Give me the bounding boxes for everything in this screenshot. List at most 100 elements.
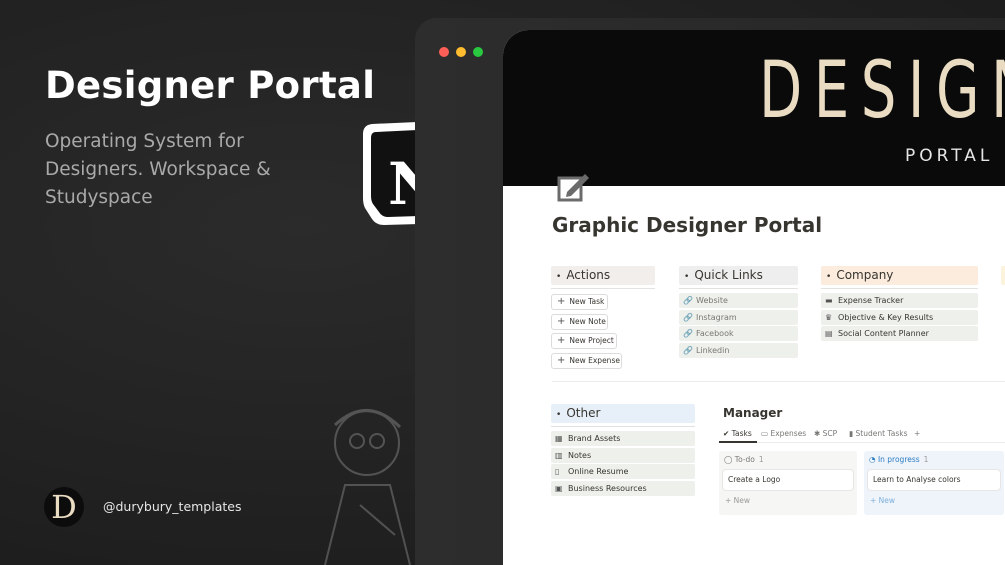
section-other-header: • Other — [551, 404, 695, 423]
task-card[interactable]: Create a Logo — [723, 470, 853, 490]
link-icon: 🔗 — [683, 329, 693, 338]
business-resources-link[interactable]: ▣ Business Resources — [551, 481, 695, 496]
website-link[interactable]: 🔗 Website — [679, 293, 798, 308]
link-icon: 🔗 — [683, 296, 693, 305]
section-label: Other — [566, 406, 601, 420]
tab-scp[interactable]: ✱ SCP — [814, 429, 837, 438]
item-label: Notes — [568, 451, 592, 460]
folder-icon: ▦ — [555, 434, 563, 443]
tab-expenses[interactable]: ▭ Expenses — [761, 429, 806, 438]
notebook-icon: ▥ — [555, 451, 563, 460]
section-label: Quick Links — [694, 268, 763, 282]
plus-icon: + — [557, 335, 566, 346]
plus-icon: + — [870, 496, 879, 505]
bullet-icon: • — [556, 410, 562, 420]
column-status: To-do — [734, 455, 755, 464]
notion-page: DESIGN PORTAL Graphic Designer Portal • A… — [503, 30, 1005, 565]
facebook-link[interactable]: 🔗 Facebook — [679, 326, 798, 341]
linkedin-link[interactable]: 🔗 Linkedin — [679, 343, 798, 358]
new-note-button[interactable]: + New Note — [551, 314, 608, 330]
new-expense-button[interactable]: + New Expense — [551, 353, 622, 369]
hero-title: Designer Portal — [45, 64, 376, 107]
hero-subtitle: Operating System for Designers. Workspac… — [45, 131, 271, 208]
minimize-window-button[interactable] — [456, 47, 466, 57]
status-progress-icon: ◔ — [869, 455, 878, 464]
button-label: New Task — [569, 297, 605, 306]
new-label: New — [733, 496, 751, 505]
tab-student-tasks[interactable]: ▮ Student Tasks — [849, 429, 908, 438]
link-label: Website — [696, 296, 728, 305]
section-actions-header: • Actions — [551, 266, 655, 285]
tab-label: Tasks — [731, 429, 752, 438]
button-label: New Note — [569, 317, 606, 326]
tab-label: Expenses — [770, 429, 807, 438]
document-icon: ▯ — [555, 467, 560, 476]
author-avatar: D — [44, 487, 84, 527]
briefcase-icon: ▣ — [555, 484, 563, 493]
item-label: Brand Assets — [568, 434, 621, 443]
plus-icon: + — [557, 316, 566, 327]
trophy-icon: ♛ — [825, 313, 833, 322]
button-label: New Expense — [569, 356, 620, 365]
button-label: New Project — [569, 336, 614, 345]
section-rule — [821, 288, 978, 289]
edit-square-icon[interactable] — [557, 170, 591, 202]
section-quick-links-header: • Quick Links — [679, 266, 798, 285]
notes-link[interactable]: ▥ Notes — [551, 448, 695, 463]
new-label: New — [878, 496, 896, 505]
item-label: Objective & Key Results — [838, 313, 934, 322]
section-rule — [551, 426, 695, 427]
page-cover: DESIGN PORTAL — [503, 30, 1005, 186]
bullet-icon: • — [826, 272, 832, 282]
task-card[interactable]: Learn to Analyse colors — [868, 470, 1000, 490]
item-label: Social Content Planner — [838, 329, 929, 338]
link-icon: 🔗 — [683, 346, 693, 355]
add-view-button[interactable]: + — [914, 429, 920, 438]
tab-label: Student Tasks — [855, 429, 908, 438]
section-divider — [552, 381, 1005, 382]
new-card-button[interactable]: + New — [725, 496, 750, 505]
calendar-icon: ▤ — [825, 329, 833, 338]
section-label: Company — [836, 268, 894, 282]
plus-icon: + — [557, 355, 566, 366]
link-icon: 🔗 — [683, 313, 693, 322]
column-header: ◔ In progress 1 — [869, 455, 928, 464]
cover-title: DESIGN — [759, 46, 1005, 136]
link-label: Linkedin — [696, 346, 730, 355]
new-project-button[interactable]: + New Project — [551, 333, 617, 349]
cover-subtitle: PORTAL — [905, 146, 994, 166]
section-partial-header — [1001, 266, 1005, 285]
board-column-in-progress: ◔ In progress 1 Learn to Analyse colors +… — [864, 451, 1004, 515]
link-label: Facebook — [696, 329, 734, 338]
social-content-planner-link[interactable]: ▤ Social Content Planner — [821, 326, 978, 341]
item-label: Business Resources — [568, 484, 647, 493]
tab-rule — [719, 442, 1005, 443]
section-rule — [551, 288, 655, 289]
maximize-window-button[interactable] — [473, 47, 483, 57]
character-illustration — [324, 409, 411, 565]
link-label: Instagram — [696, 313, 737, 322]
section-company-header: • Company — [821, 266, 978, 285]
bullet-icon: • — [684, 272, 690, 282]
column-count: 1 — [758, 455, 764, 464]
column-status: In progress — [877, 455, 920, 464]
column-count: 1 — [923, 455, 929, 464]
tab-label: SCP — [822, 429, 838, 438]
manager-title: Manager — [723, 406, 783, 420]
online-resume-link[interactable]: ▯ Online Resume — [551, 464, 695, 479]
page-title: Graphic Designer Portal — [552, 213, 823, 237]
asterisk-icon: ✱ — [814, 429, 823, 438]
expense-tracker-link[interactable]: ▬ Expense Tracker — [821, 293, 978, 308]
brand-assets-link[interactable]: ▦ Brand Assets — [551, 431, 695, 446]
status-circle-icon: ◯ — [724, 455, 735, 464]
column-header: ◯ To-do 1 — [724, 455, 764, 464]
item-label: Expense Tracker — [838, 296, 904, 305]
tab-tasks[interactable]: ✔ Tasks — [723, 429, 752, 438]
author-handle[interactable]: @durybury_templates — [103, 499, 241, 514]
new-card-button[interactable]: + New — [870, 496, 895, 505]
close-window-button[interactable] — [439, 47, 449, 57]
instagram-link[interactable]: 🔗 Instagram — [679, 310, 798, 325]
okr-link[interactable]: ♛ Objective & Key Results — [821, 310, 978, 325]
bullet-icon: • — [556, 272, 562, 282]
new-task-button[interactable]: + New Task — [551, 294, 608, 310]
